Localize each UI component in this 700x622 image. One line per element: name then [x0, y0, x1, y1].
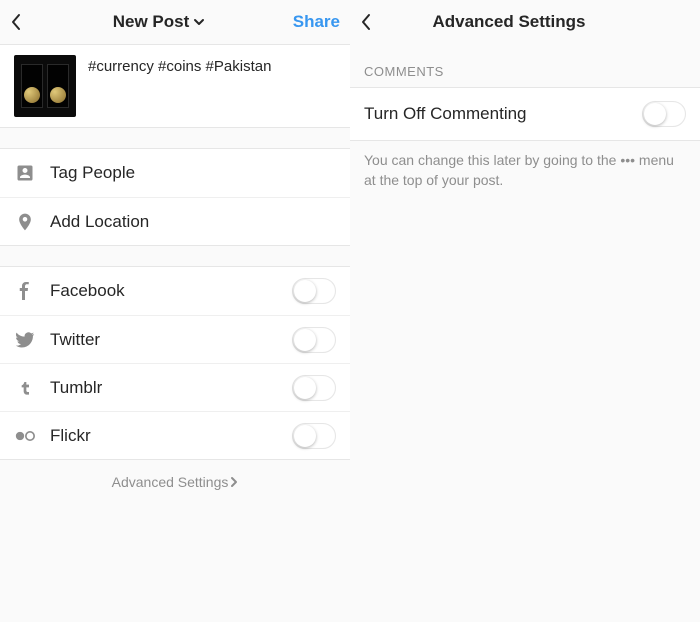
location-pin-icon	[14, 211, 36, 233]
tumblr-icon	[14, 377, 36, 399]
caption-row: #currency #coins #Pakistan	[0, 44, 350, 128]
twitter-icon	[14, 329, 36, 351]
flickr-icon	[14, 425, 36, 447]
tag-people-label: Tag People	[50, 163, 336, 183]
page-title: New Post	[113, 12, 190, 32]
back-button[interactable]	[10, 13, 34, 31]
turn-off-commenting-row[interactable]: Turn Off Commenting	[350, 88, 700, 140]
add-location-row[interactable]: Add Location	[0, 197, 350, 245]
adv-header-title-wrap: Advanced Settings	[384, 12, 634, 32]
turn-off-commenting-toggle[interactable]	[642, 101, 686, 127]
advanced-settings-label: Advanced Settings	[112, 474, 229, 490]
share-twitter-label: Twitter	[50, 330, 278, 350]
share-button[interactable]: Share	[284, 12, 340, 32]
share-flickr-label: Flickr	[50, 426, 278, 446]
tag-location-list: Tag People Add Location	[0, 148, 350, 246]
comments-list: Turn Off Commenting	[350, 87, 700, 141]
adv-settings-header: Advanced Settings	[350, 0, 700, 44]
tumblr-toggle[interactable]	[292, 375, 336, 401]
chevron-left-icon	[360, 13, 372, 31]
chevron-right-icon	[230, 476, 238, 488]
header-title-wrap[interactable]: New Post	[34, 12, 284, 32]
add-location-label: Add Location	[50, 212, 336, 232]
flickr-toggle[interactable]	[292, 423, 336, 449]
back-button-adv[interactable]	[360, 13, 384, 31]
caption-input[interactable]: #currency #coins #Pakistan	[88, 55, 336, 117]
share-facebook-label: Facebook	[50, 281, 278, 301]
new-post-header: New Post Share	[0, 0, 350, 44]
facebook-toggle[interactable]	[292, 278, 336, 304]
chevron-left-icon	[10, 13, 22, 31]
advanced-settings-link[interactable]: Advanced Settings	[0, 460, 350, 504]
share-tumblr-row[interactable]: Tumblr	[0, 363, 350, 411]
adv-page-title: Advanced Settings	[432, 12, 585, 32]
tag-people-row[interactable]: Tag People	[0, 149, 350, 197]
comments-help-text: You can change this later by going to th…	[350, 141, 700, 200]
post-thumbnail[interactable]	[14, 55, 76, 117]
share-flickr-row[interactable]: Flickr	[0, 411, 350, 459]
new-post-panel: New Post Share #currency #coins #Pakista…	[0, 0, 350, 622]
turn-off-commenting-label: Turn Off Commenting	[364, 104, 628, 124]
chevron-down-icon	[193, 18, 205, 26]
twitter-toggle[interactable]	[292, 327, 336, 353]
facebook-icon	[14, 280, 36, 302]
share-tumblr-label: Tumblr	[50, 378, 278, 398]
advanced-settings-panel: Advanced Settings COMMENTS Turn Off Comm…	[350, 0, 700, 622]
share-twitter-row[interactable]: Twitter	[0, 315, 350, 363]
share-facebook-row[interactable]: Facebook	[0, 267, 350, 315]
comments-section-header: COMMENTS	[350, 44, 700, 87]
person-tag-icon	[14, 162, 36, 184]
share-targets-list: Facebook Twitter Tumblr Flickr	[0, 266, 350, 460]
